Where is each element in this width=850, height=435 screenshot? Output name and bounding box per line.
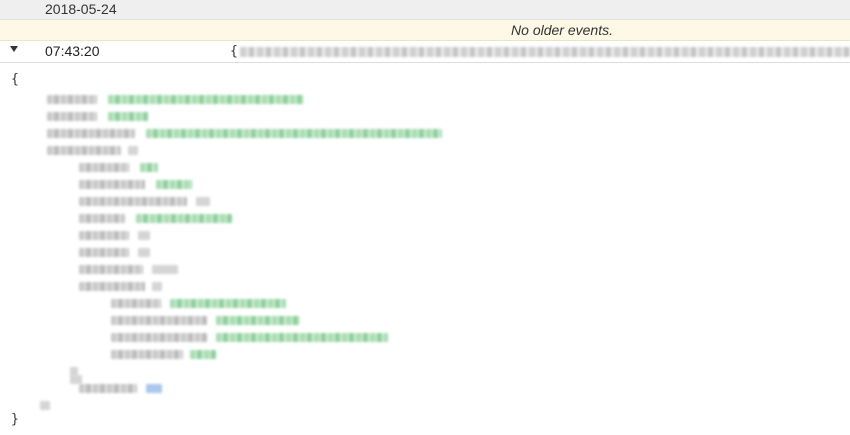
redacted-key: [47, 146, 121, 155]
date-header: 2018-05-24: [45, 1, 117, 17]
event-message-preview: {: [230, 44, 850, 60]
redacted-boolean-value: [146, 384, 162, 393]
redacted-key: [47, 95, 97, 104]
redacted-value: [138, 231, 150, 240]
redacted-value: [108, 112, 148, 121]
redacted-key: [79, 214, 125, 223]
redacted-key: [79, 180, 145, 189]
redacted-key: [79, 265, 143, 274]
redacted-key: [111, 299, 161, 308]
redacted-value: [216, 333, 388, 342]
redacted-value: [156, 180, 192, 189]
no-older-events-row: No older events.: [0, 20, 850, 41]
redacted-value: [196, 197, 210, 206]
date-header-row: 2018-05-24: [0, 0, 850, 20]
log-viewer: 2018-05-24 No older events. 07:43:20 { {: [0, 0, 850, 435]
redacted-key: [79, 163, 129, 172]
redacted-brace: [40, 401, 50, 410]
event-time: 07:43:20: [45, 43, 100, 59]
no-older-events-notice: No older events.: [511, 22, 613, 38]
redacted-key: [79, 384, 137, 393]
redacted-brace: [70, 375, 82, 384]
redacted-key: [47, 112, 97, 121]
redacted-value: [136, 214, 232, 223]
redacted-key: [79, 231, 129, 240]
redacted-value: [108, 95, 304, 104]
redacted-value: [146, 129, 442, 138]
json-detail-view: {}: [0, 63, 850, 435]
redacted-key: [79, 282, 145, 291]
redacted-key: [79, 248, 129, 257]
redacted-brace: [152, 282, 162, 291]
redacted-value: [170, 299, 286, 308]
event-row[interactable]: 07:43:20 {: [0, 41, 850, 63]
redacted-value: [140, 163, 158, 172]
json-close-brace: }: [11, 412, 19, 427]
redacted-brace: [128, 146, 138, 155]
redacted-key: [111, 316, 207, 325]
redacted-preview-text: [240, 47, 850, 57]
redacted-key: [111, 350, 183, 359]
redacted-value: [138, 248, 150, 257]
preview-open-brace: {: [230, 44, 238, 59]
redacted-key: [79, 197, 187, 206]
json-open-brace: {: [11, 72, 19, 87]
triangle-down-icon[interactable]: [10, 46, 18, 52]
redacted-key: [47, 129, 135, 138]
redacted-value: [216, 316, 300, 325]
redacted-value: [152, 265, 178, 274]
redacted-key: [111, 333, 207, 342]
redacted-value: [190, 350, 216, 359]
